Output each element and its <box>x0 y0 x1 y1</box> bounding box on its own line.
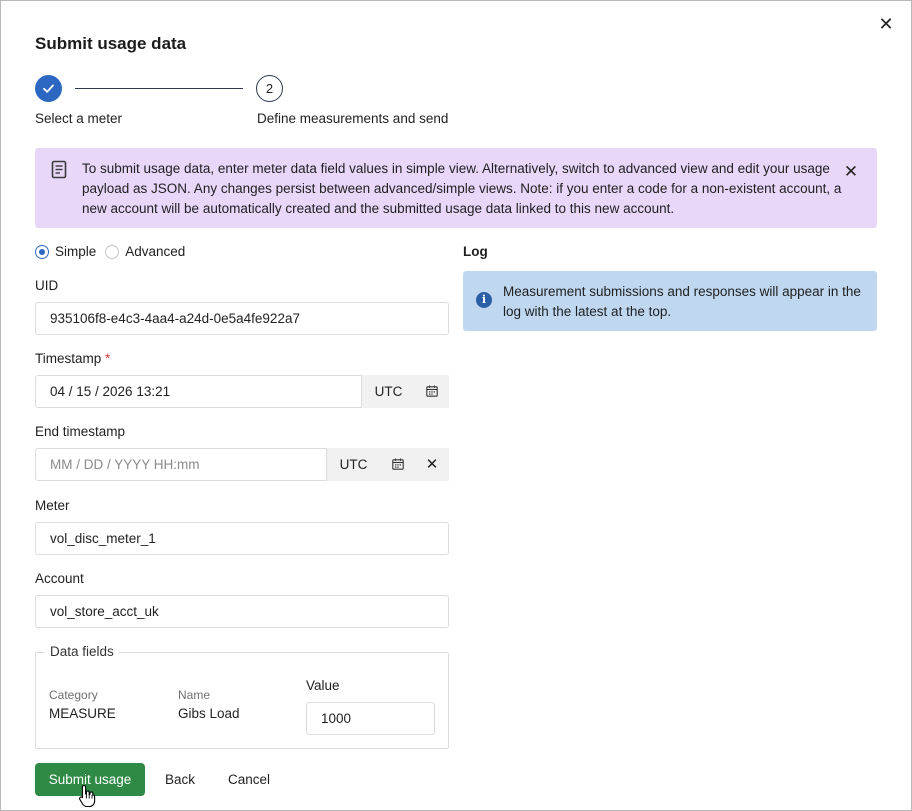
info-banner: To submit usage data, enter meter data f… <box>35 148 877 228</box>
log-info-text: Measurement submissions and responses wi… <box>503 284 861 319</box>
step-1-complete-icon <box>35 75 62 102</box>
end-calendar-icon[interactable] <box>380 448 415 481</box>
document-icon <box>51 160 67 184</box>
calendar-icon[interactable] <box>415 375 449 408</box>
required-marker: * <box>105 351 111 366</box>
timestamp-timezone: UTC <box>361 375 415 408</box>
log-info-panel: i Measurement submissions and responses … <box>463 271 877 331</box>
step-1-label: Select a meter <box>35 111 123 126</box>
info-icon: i <box>476 292 492 308</box>
account-label: Account <box>35 571 84 586</box>
uid-label: UID <box>35 278 59 293</box>
end-timestamp-timezone: UTC <box>326 448 380 481</box>
simple-radio[interactable] <box>35 244 49 259</box>
meter-label: Meter <box>35 498 70 513</box>
value-input[interactable]: 1000 <box>306 702 435 735</box>
category-label: Category <box>49 688 98 702</box>
dialog-title: Submit usage data <box>35 34 187 53</box>
timestamp-label-text: Timestamp <box>35 351 102 366</box>
view-mode-toggle: Simple Advanced <box>35 244 185 259</box>
banner-close-icon[interactable]: ✕ <box>841 162 861 182</box>
submit-usage-dialog: Submit usage data ✕ 2 Select a meter Def… <box>0 0 912 811</box>
back-button[interactable]: Back <box>165 772 195 787</box>
name-label: Name <box>178 688 211 702</box>
value-label: Value <box>306 678 340 693</box>
hand-pointer-cursor-icon <box>78 784 96 811</box>
account-input[interactable]: vol_store_acct_uk <box>35 595 449 628</box>
end-timestamp-label: End timestamp <box>35 424 126 439</box>
category-value: MEASURE <box>49 706 116 721</box>
advanced-radio[interactable] <box>105 244 120 259</box>
close-icon[interactable]: ✕ <box>875 13 897 35</box>
advanced-radio-label[interactable]: Advanced <box>125 244 185 259</box>
timestamp-label: Timestamp * <box>35 351 110 366</box>
meter-input[interactable]: vol_disc_meter_1 <box>35 522 449 555</box>
simple-radio-label[interactable]: Simple <box>55 244 96 259</box>
timestamp-value: 04 / 15 / 2026 13:21 <box>50 384 171 399</box>
stepper-connector <box>75 88 243 89</box>
uid-input[interactable]: 935106f8-e4c3-4aa4-a24d-0e5a4fe922a7 <box>35 302 449 335</box>
cancel-button[interactable]: Cancel <box>228 772 270 787</box>
data-fields-legend: Data fields <box>45 644 119 659</box>
log-title: Log <box>463 244 488 259</box>
end-timestamp-placeholder: MM / DD / YYYY HH:mm <box>50 457 200 472</box>
step-2-label: Define measurements and send <box>257 111 449 126</box>
checkmark-icon <box>43 84 54 93</box>
clear-end-timestamp-icon[interactable]: ✕ <box>415 448 449 481</box>
banner-text: To submit usage data, enter meter data f… <box>82 161 842 216</box>
step-2-number: 2 <box>256 75 283 102</box>
name-value: Gibs Load <box>178 706 240 721</box>
